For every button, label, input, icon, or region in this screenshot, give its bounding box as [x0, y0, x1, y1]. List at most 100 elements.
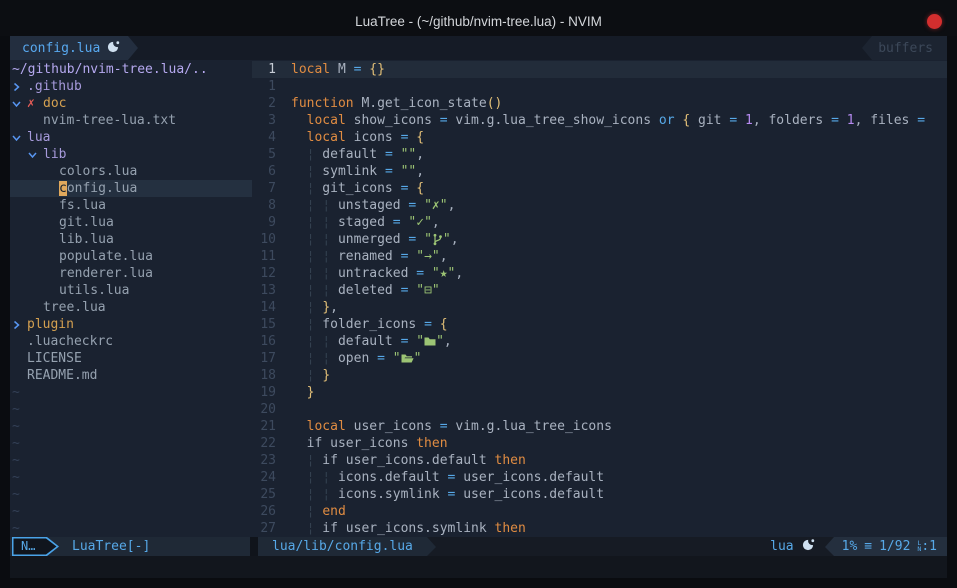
- tree-row[interactable]: ✗doc: [10, 95, 252, 112]
- mode-indicator: N…: [12, 537, 59, 556]
- code-line-text: ¦ ¦ untracked = "★",: [291, 265, 463, 282]
- statusline-lnum: :1: [921, 539, 937, 554]
- code-line[interactable]: 17 ¦ ¦ open = "": [252, 350, 947, 367]
- empty-line: ~: [10, 401, 252, 418]
- code-line-text: function M.get_icon_state(): [291, 95, 502, 112]
- tree-row[interactable]: lib: [10, 146, 252, 163]
- line-number: 8: [252, 197, 276, 214]
- code-line[interactable]: 18 ¦ }: [252, 367, 947, 384]
- tree-row[interactable]: lua: [10, 129, 252, 146]
- tree-item-label: lib: [43, 146, 66, 163]
- tilde-char: ~: [10, 418, 20, 435]
- code-line[interactable]: 25 ¦ ¦ icons.symlink = user_icons.defaul…: [252, 486, 947, 503]
- code-line-text: ¦ ¦ renamed = "→",: [291, 248, 448, 265]
- tree-row[interactable]: README.md: [10, 367, 252, 384]
- code-line[interactable]: 11 ¦ ¦ renamed = "→",: [252, 248, 947, 265]
- tree-item-label: git.lua: [59, 214, 114, 231]
- code-line[interactable]: 21 local user_icons = vim.g.lua_tree_ico…: [252, 418, 947, 435]
- tree-row[interactable]: lib.lua: [10, 231, 252, 248]
- tree-item-label: colors.lua: [59, 163, 137, 180]
- code-line[interactable]: 7 ¦ git_icons = {: [252, 180, 947, 197]
- tree-row[interactable]: .luacheckrc: [10, 333, 252, 350]
- code-line-text: ¦ default = "",: [291, 146, 424, 163]
- tree-item-label: populate.lua: [59, 248, 153, 265]
- tilde-char: ~: [10, 503, 20, 520]
- code-line[interactable]: 2function M.get_icon_state(): [252, 95, 947, 112]
- tabline-spacer: [138, 36, 862, 60]
- tree-item-label: .luacheckrc: [27, 333, 113, 350]
- code-line[interactable]: 15 ¦ folder_icons = {: [252, 316, 947, 333]
- code-line-text: ¦ folder_icons = {: [291, 316, 448, 333]
- tilde-char: ~: [10, 401, 20, 418]
- chevron-right-icon: [12, 82, 27, 92]
- code-line[interactable]: 9 ¦ ¦ staged = "✓",: [252, 214, 947, 231]
- code-line-text: ¦ ¦ icons.symlink = user_icons.default: [291, 486, 604, 503]
- chevron-down-icon: [12, 133, 27, 143]
- statusline-percent: 1%: [842, 539, 858, 554]
- empty-line: ~: [10, 503, 252, 520]
- close-button[interactable]: [927, 14, 942, 29]
- window-titlebar: LuaTree - (~/github/nvim-tree.lua) - NVI…: [0, 0, 957, 36]
- code-line-text: ¦ if user_icons.default then: [291, 452, 526, 469]
- lines-icon: ≡: [864, 539, 872, 554]
- folder-open-icon: [401, 351, 414, 367]
- code-line[interactable]: 6 ¦ symlink = "",: [252, 163, 947, 180]
- tree-item-label: tree.lua: [43, 299, 106, 316]
- buffers-tab[interactable]: buffers: [872, 36, 947, 60]
- tree-row[interactable]: tree.lua: [10, 299, 252, 316]
- code-line[interactable]: 1: [252, 78, 947, 95]
- empty-line: ~: [10, 435, 252, 452]
- code-line[interactable]: 4 local icons = {: [252, 129, 947, 146]
- tree-row[interactable]: fs.lua: [10, 197, 252, 214]
- line-number: 24: [252, 469, 276, 486]
- code-line[interactable]: 13 ¦ ¦ deleted = "⊟": [252, 282, 947, 299]
- tree-row[interactable]: colors.lua: [10, 163, 252, 180]
- code-line-text: ¦ ¦ deleted = "⊟": [291, 282, 440, 299]
- tree-row[interactable]: plugin: [10, 316, 252, 333]
- tree-row[interactable]: git.lua: [10, 214, 252, 231]
- tree-row[interactable]: renderer.lua: [10, 265, 252, 282]
- empty-line: ~: [10, 384, 252, 401]
- line-number: 20: [252, 401, 276, 418]
- tree-row[interactable]: utils.lua: [10, 282, 252, 299]
- code-line[interactable]: 24 ¦ ¦ icons.default = user_icons.defaul…: [252, 469, 947, 486]
- tree-item-label: nvim-tree-lua.txt: [43, 112, 176, 129]
- code-line[interactable]: 14 ¦ },: [252, 299, 947, 316]
- lua-moon-icon: [107, 40, 120, 57]
- tree-item-label: LICENSE: [27, 350, 82, 367]
- code-line-text: ¦ ¦ unstaged = "✗",: [291, 197, 455, 214]
- tree-row[interactable]: populate.lua: [10, 248, 252, 265]
- tree-row[interactable]: nvim-tree-lua.txt: [10, 112, 252, 129]
- code-line[interactable]: 8 ¦ ¦ unstaged = "✗",: [252, 197, 947, 214]
- tree-item-label: ~/github/nvim-tree.lua/..: [12, 61, 208, 78]
- code-line[interactable]: 12 ¦ ¦ untracked = "★",: [252, 265, 947, 282]
- code-line[interactable]: 26 ¦ end: [252, 503, 947, 520]
- code-line[interactable]: 16 ¦ ¦ default = "",: [252, 333, 947, 350]
- code-line[interactable]: 10 ¦ ¦ unmerged = "",: [252, 231, 947, 248]
- code-line-text: ¦ ¦ default = "",: [291, 333, 452, 350]
- code-line[interactable]: 5 ¦ default = "",: [252, 146, 947, 163]
- chevron-right-icon: [12, 320, 27, 330]
- tree-row[interactable]: LICENSE: [10, 350, 252, 367]
- code-line-text: }: [291, 384, 314, 401]
- code-line[interactable]: 19 }: [252, 384, 947, 401]
- code-line[interactable]: 23 ¦ if user_icons.default then: [252, 452, 947, 469]
- statusline-position-segment: 1% ≡ 1/92 LN :1: [834, 537, 947, 556]
- empty-line: ~: [10, 486, 252, 503]
- code-line[interactable]: 20: [252, 401, 947, 418]
- code-line[interactable]: 27 ¦ if user_icons.symlink then: [252, 520, 947, 537]
- command-line[interactable]: [10, 556, 947, 578]
- tree-row[interactable]: .github: [10, 78, 252, 95]
- buffers-arrow-icon: [862, 36, 872, 60]
- statusline-left: N… LuaTree[-]: [10, 537, 250, 556]
- tree-row[interactable]: ~/github/nvim-tree.lua/..: [10, 61, 252, 78]
- code-line[interactable]: 3 local show_icons = vim.g.lua_tree_show…: [252, 112, 947, 129]
- line-number: 17: [252, 350, 276, 367]
- git-unstaged-icon: ✗: [27, 95, 43, 112]
- code-line[interactable]: 22 if user_icons then: [252, 435, 947, 452]
- code-line-text: ¦ git_icons = {: [291, 180, 424, 197]
- tab-config-lua[interactable]: config.lua: [10, 36, 128, 60]
- tree-row[interactable]: config.lua: [10, 180, 252, 197]
- code-line[interactable]: 1local M = {}: [252, 61, 947, 78]
- tabline: config.lua buffers: [10, 36, 947, 60]
